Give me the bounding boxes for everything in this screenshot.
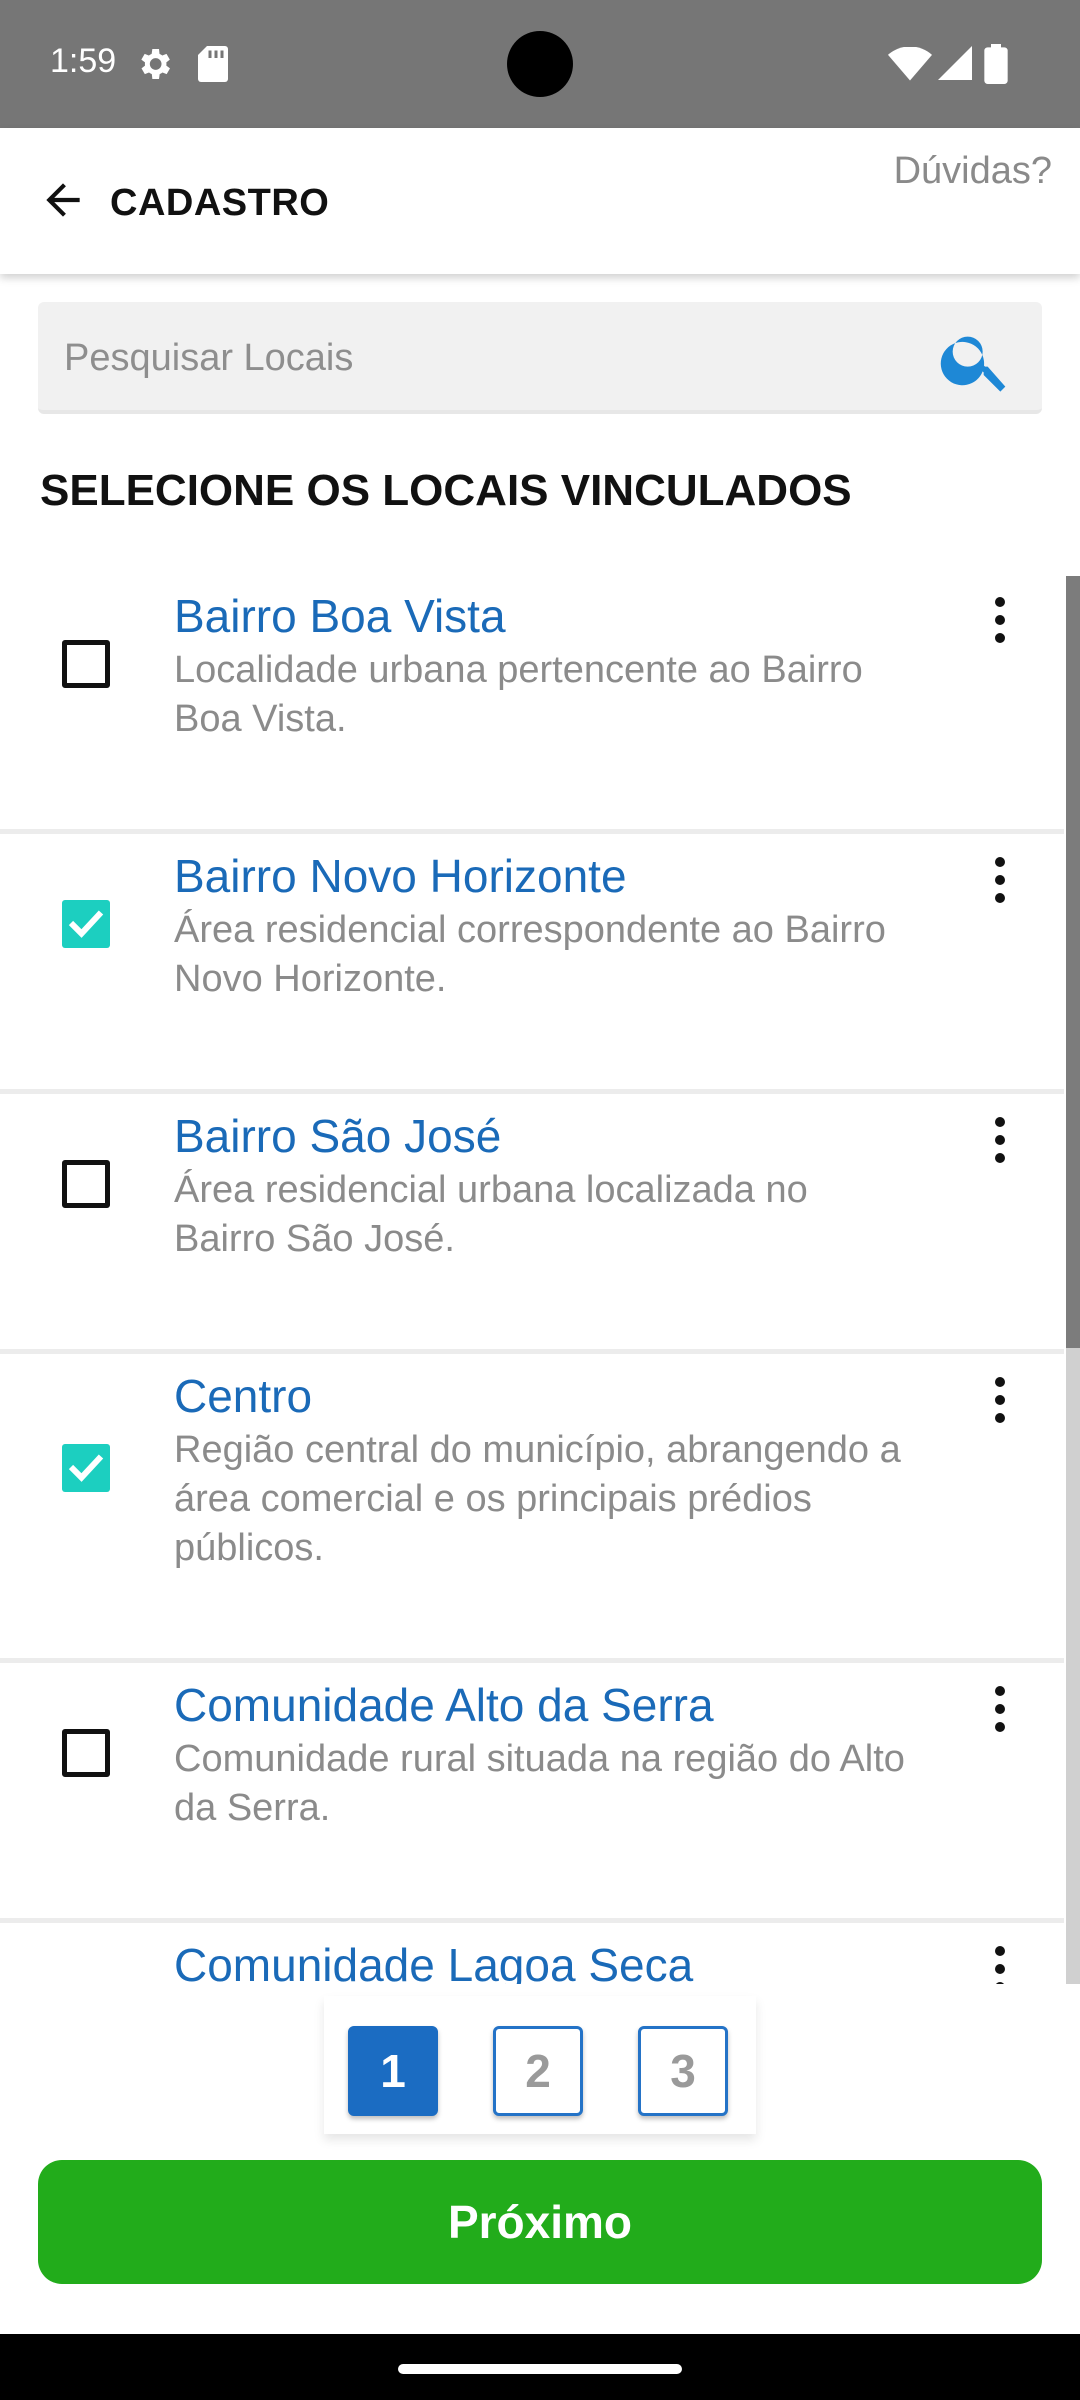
more-options-icon[interactable] <box>980 1939 1020 1984</box>
item-text: Centro Região central do município, abra… <box>174 1366 914 1573</box>
item-description: Localidade urbana pertencente ao Bairro … <box>174 649 863 740</box>
item-text: Bairro São José Área residencial urbana … <box>174 1106 914 1264</box>
sd-card-icon <box>198 46 228 87</box>
checkbox[interactable] <box>62 1160 110 1208</box>
pagination: 1 2 3 <box>324 1996 756 2134</box>
item-title: Bairro São José <box>174 1110 502 1162</box>
item-title: Centro <box>174 1370 313 1422</box>
back-arrow-icon[interactable] <box>38 175 88 230</box>
page-button-2[interactable]: 2 <box>493 2026 583 2116</box>
checkbox-checked[interactable] <box>62 900 110 948</box>
list-item[interactable]: Bairro Boa Vista Localidade urbana perte… <box>0 574 1064 834</box>
more-options-icon[interactable] <box>980 590 1020 650</box>
app-bar: CADASTRO Dúvidas? <box>0 128 1080 274</box>
main-content: SELECIONE OS LOCAIS VINCULADOS Bairro Bo… <box>0 274 1080 1984</box>
home-indicator[interactable] <box>398 2364 682 2374</box>
checkbox[interactable] <box>62 1729 110 1777</box>
list-item[interactable]: Comunidade Lagoa Seca <box>0 1923 1064 1984</box>
page-button-1[interactable]: 1 <box>348 2026 438 2116</box>
scrollbar-thumb[interactable] <box>1066 576 1080 1348</box>
search-button[interactable] <box>928 314 1024 410</box>
item-description: Área residencial urbana localizada no Ba… <box>174 1169 808 1260</box>
item-title: Bairro Boa Vista <box>174 590 506 642</box>
item-description: Região central do município, abrangendo … <box>174 1429 901 1569</box>
front-camera <box>507 31 573 97</box>
page-title: CADASTRO <box>110 182 330 224</box>
more-options-icon[interactable] <box>980 1370 1020 1430</box>
page-button-3[interactable]: 3 <box>638 2026 728 2116</box>
item-description: Área residencial correspondente ao Bairr… <box>174 909 886 1000</box>
more-options-icon[interactable] <box>980 850 1020 910</box>
list-item[interactable]: Comunidade Alto da Serra Comunidade rura… <box>0 1663 1064 1923</box>
next-button[interactable]: Próximo <box>38 2160 1042 2284</box>
list-item[interactable]: Centro Região central do município, abra… <box>0 1354 1064 1663</box>
search-input[interactable] <box>64 330 904 386</box>
search-box <box>38 302 1042 414</box>
more-options-icon[interactable] <box>980 1679 1020 1739</box>
item-text: Comunidade Lagoa Seca <box>174 1935 914 1984</box>
locations-list: Bairro Boa Vista Localidade urbana perte… <box>0 574 1064 1984</box>
checkbox[interactable] <box>62 640 110 688</box>
item-title: Comunidade Lagoa Seca <box>174 1939 694 1984</box>
list-item[interactable]: Bairro Novo Horizonte Área residencial c… <box>0 834 1064 1094</box>
status-bar: 1:59 <box>0 0 1080 128</box>
wifi-icon <box>888 46 932 86</box>
item-text: Bairro Novo Horizonte Área residencial c… <box>174 846 914 1004</box>
list-item[interactable]: Bairro São José Área residencial urbana … <box>0 1094 1064 1354</box>
checkbox-checked[interactable] <box>62 1444 110 1492</box>
item-text: Bairro Boa Vista Localidade urbana perte… <box>174 586 914 744</box>
item-title: Comunidade Alto da Serra <box>174 1679 714 1731</box>
signal-icon <box>938 46 972 85</box>
help-link[interactable]: Dúvidas? <box>894 150 1052 193</box>
item-title: Bairro Novo Horizonte <box>174 850 627 902</box>
status-time: 1:59 <box>50 42 117 80</box>
gear-icon <box>134 44 174 89</box>
more-options-icon[interactable] <box>980 1110 1020 1170</box>
search-icon <box>936 320 1016 405</box>
item-description: Comunidade rural situada na região do Al… <box>174 1738 905 1829</box>
battery-icon <box>984 44 1008 89</box>
item-text: Comunidade Alto da Serra Comunidade rura… <box>174 1675 914 1833</box>
section-title: SELECIONE OS LOCAIS VINCULADOS <box>40 466 852 515</box>
